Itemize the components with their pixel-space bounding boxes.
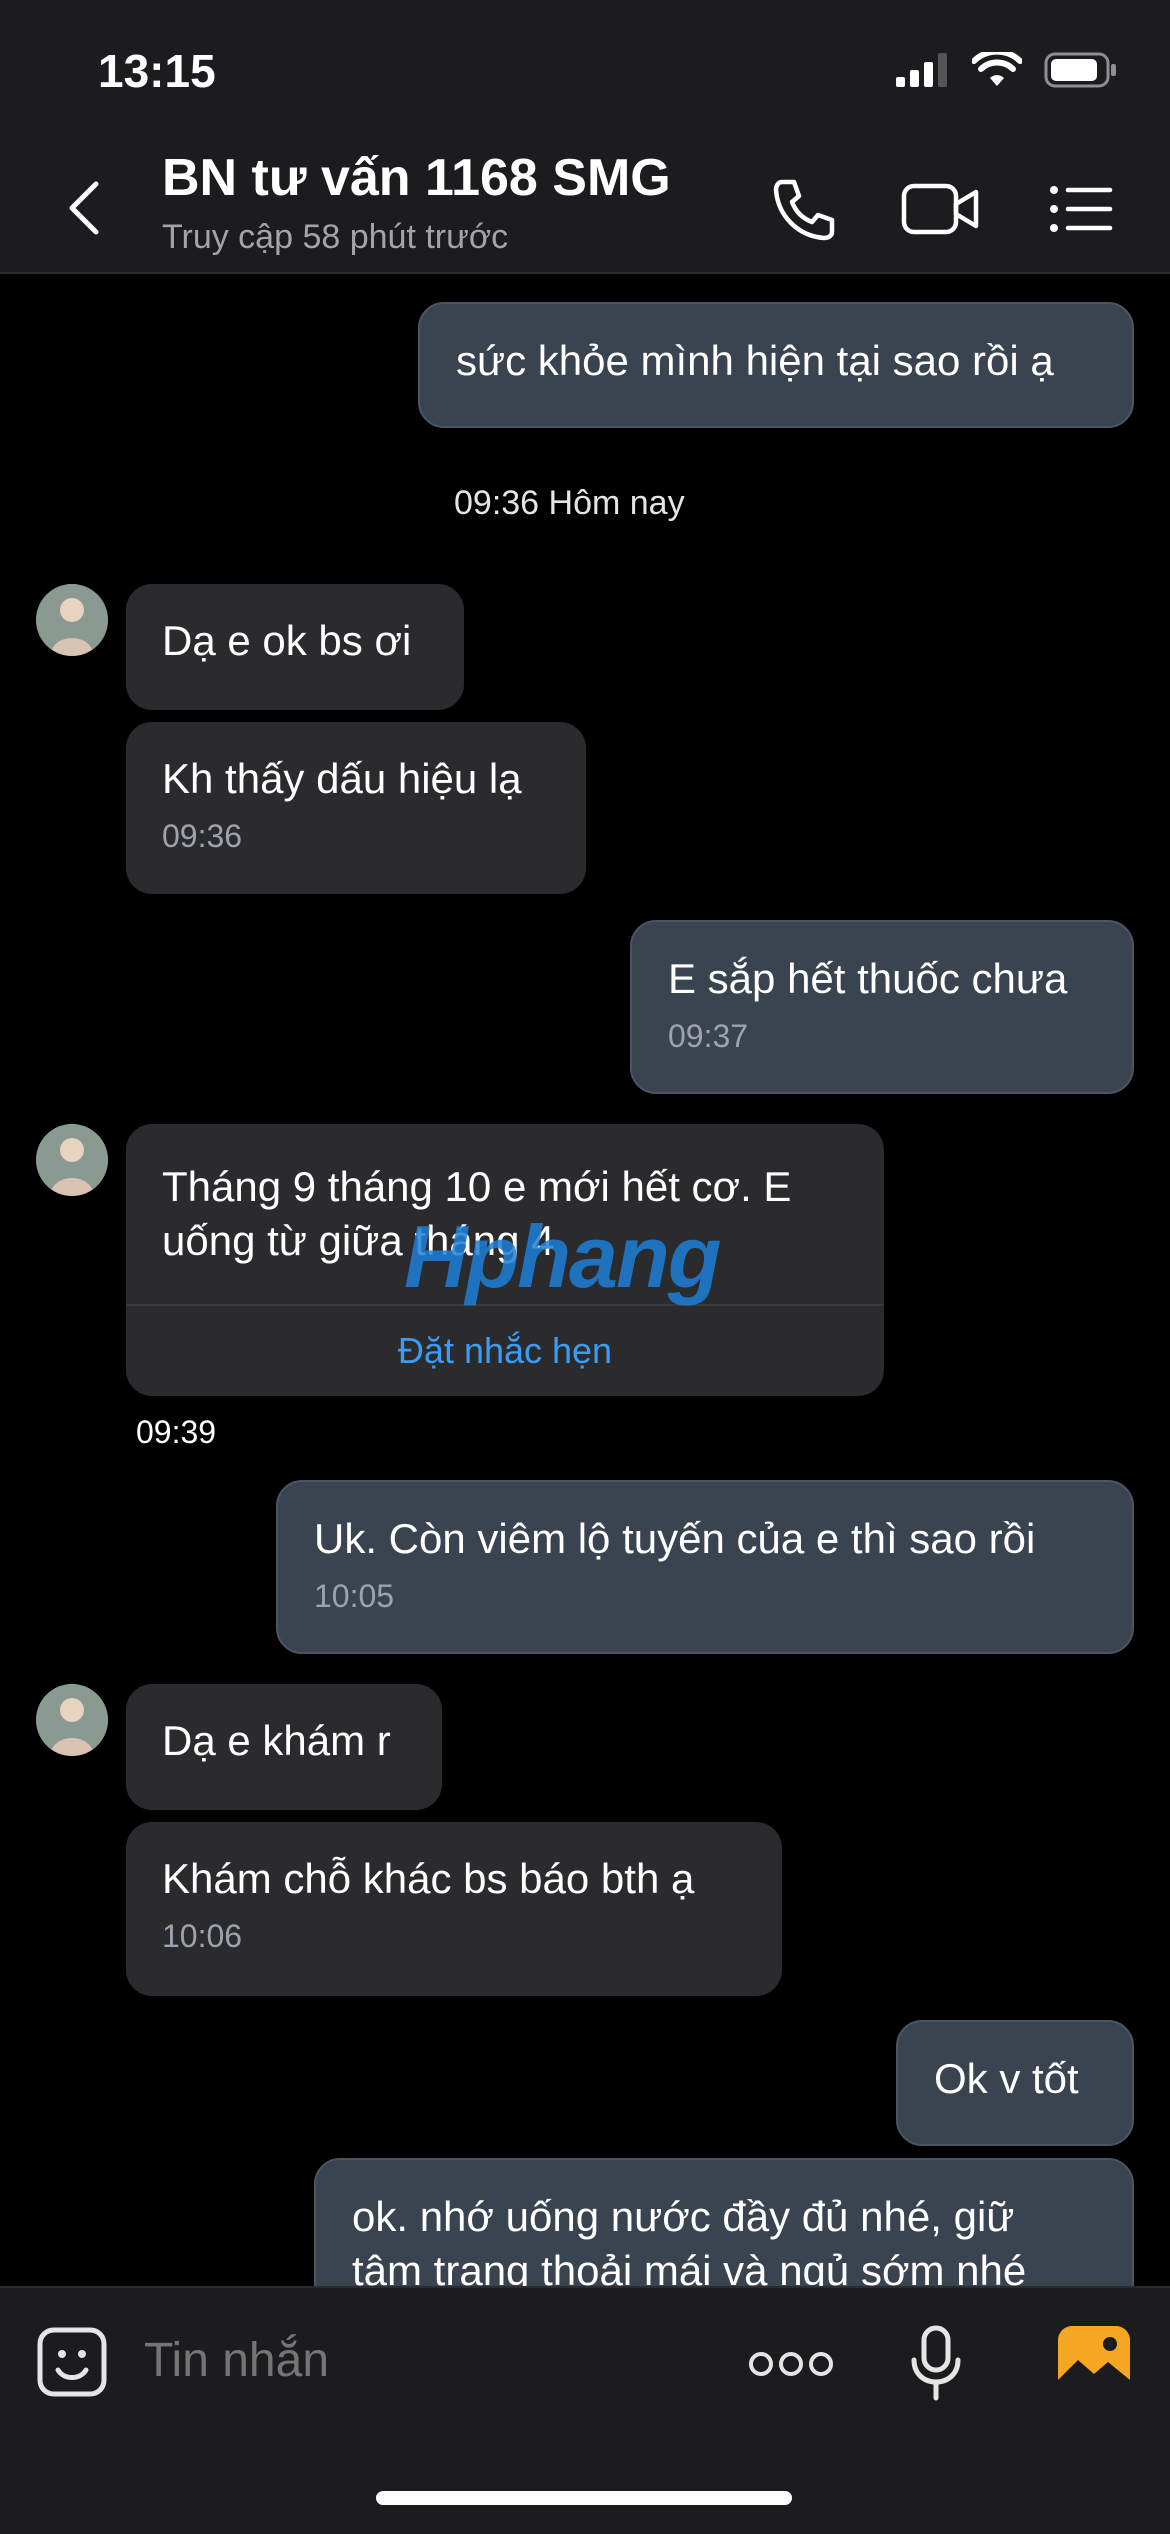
contact-avatar[interactable] [36,1124,108,1196]
watermark-logo: Hphang [404,1207,722,1306]
message-text: Kh thấy dấu hiệu lạ [162,755,522,802]
cellular-signal-icon [896,53,947,87]
video-call-icon[interactable] [900,174,982,244]
battery-icon [1044,52,1116,88]
gallery-icon[interactable] [1056,2324,1132,2396]
phone-icon[interactable] [768,174,838,244]
incoming-message[interactable]: Dạ e khám r [126,1684,442,1810]
menu-list-icon[interactable] [1046,174,1116,244]
status-time: 13:15 [98,45,216,97]
message-input[interactable] [142,2332,646,2389]
outgoing-message[interactable]: sức khỏe mình hiện tại sao rồi ạ [418,302,1134,428]
avatar-image-icon [36,1684,108,1756]
message-time: 09:39 [136,1414,217,1450]
incoming-message[interactable]: Khám chỗ khác bs báo bth ạ 10:06 [126,1822,782,1996]
message-text: Dạ e khám r [162,1717,391,1764]
status-icons [896,52,1118,88]
contact-avatar[interactable] [36,584,108,656]
incoming-message[interactable]: Dạ e ok bs ơi [126,584,464,710]
message-text: E sắp hết thuốc chưa [668,955,1068,1002]
message-text: Dạ e ok bs ơi [162,617,412,664]
outgoing-message[interactable]: E sắp hết thuốc chưa 09:37 [630,920,1134,1094]
back-icon[interactable] [56,178,116,238]
set-reminder-button[interactable]: Đặt nhắc hẹn [126,1304,884,1396]
avatar-image-icon [36,1124,108,1196]
message-text: ok. nhớ uống nước đầy đủ nhé, giữ tâm tr… [352,2193,1027,2294]
outgoing-message[interactable]: Ok v tốt [896,2020,1134,2146]
message-text: Khám chỗ khác bs báo bth ạ [162,1855,695,1902]
home-indicator[interactable] [376,2491,792,2505]
contact-avatar[interactable] [36,1684,108,1756]
avatar-image-icon [36,584,108,656]
chat-title[interactable]: BN tư vấn 1168 SMG [162,148,671,208]
message-time: 09:36 [162,818,243,854]
last-seen-status: Truy cập 58 phút trước [162,218,509,256]
incoming-message[interactable]: Kh thấy dấu hiệu lạ 09:36 [126,722,586,894]
wifi-icon [972,52,1022,86]
sticker-icon[interactable] [36,2326,108,2398]
status-bar: 13:15 [0,0,1170,140]
message-time: 09:37 [668,1018,749,1054]
outgoing-message[interactable]: Uk. Còn viêm lộ tuyến của e thì sao rồi … [276,1480,1134,1654]
more-icon[interactable] [748,2348,834,2380]
date-separator: 09:36 Hôm nay [454,484,685,522]
message-text: sức khỏe mình hiện tại sao rồi ạ [456,337,1054,384]
microphone-icon[interactable] [906,2324,966,2404]
message-time: 10:05 [314,1578,395,1614]
chat-header: BN tư vấn 1168 SMG Truy cập 58 phút trướ… [0,140,1170,274]
message-text: Uk. Còn viêm lộ tuyến của e thì sao rồi [314,1515,1036,1562]
message-time: 10:06 [162,1918,243,1954]
message-text: Ok v tốt [934,2055,1079,2102]
